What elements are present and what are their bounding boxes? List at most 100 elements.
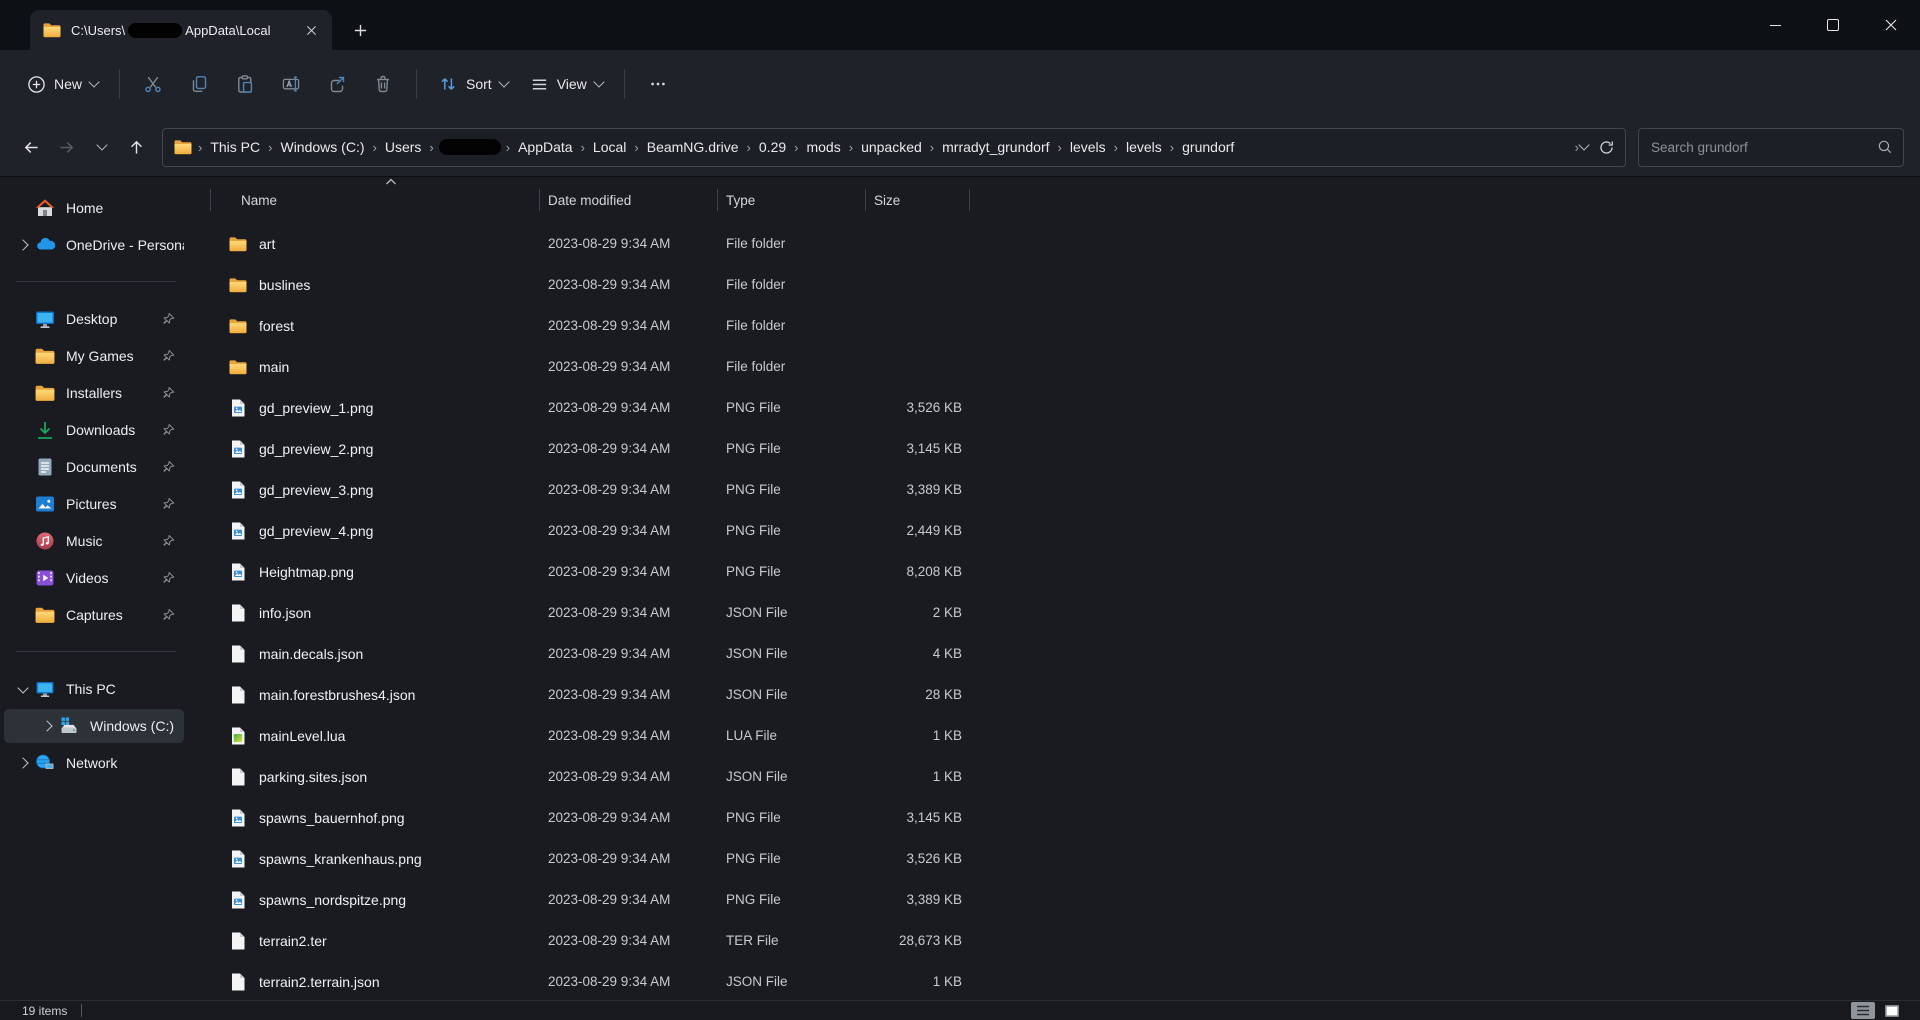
address-box[interactable]: › This PC › Windows (C:) › Users › › App… bbox=[162, 127, 1626, 167]
table-row[interactable]: parking.sites.json 2023-08-29 9:34 AM JS… bbox=[190, 756, 1920, 797]
expand-chevron[interactable] bbox=[12, 574, 34, 582]
sidebar-item[interactable]: My Games bbox=[4, 339, 184, 373]
table-row[interactable]: buslines 2023-08-29 9:34 AM File folder bbox=[190, 264, 1920, 305]
column-header-date[interactable]: Date modified bbox=[540, 189, 718, 211]
forward-button[interactable] bbox=[49, 130, 84, 165]
sidebar-item[interactable] bbox=[16, 281, 176, 282]
back-button[interactable] bbox=[14, 130, 49, 165]
table-row[interactable]: mainLevel.lua 2023-08-29 9:34 AM LUA Fil… bbox=[190, 715, 1920, 756]
table-row[interactable]: main 2023-08-29 9:34 AM File folder bbox=[190, 346, 1920, 387]
breadcrumb-segment[interactable]: This PC bbox=[203, 135, 267, 159]
table-row[interactable]: terrain2.terrain.json 2023-08-29 9:34 AM… bbox=[190, 961, 1920, 1001]
expand-chevron[interactable] bbox=[12, 426, 34, 434]
expand-chevron[interactable] bbox=[12, 611, 34, 619]
sidebar-item[interactable]: Desktop bbox=[4, 302, 184, 336]
breadcrumb-segment[interactable]: levels bbox=[1063, 135, 1113, 159]
breadcrumb-segment[interactable]: Users bbox=[378, 135, 429, 159]
table-row[interactable]: Heightmap.png 2023-08-29 9:34 AM PNG Fil… bbox=[190, 551, 1920, 592]
breadcrumb-segment[interactable]: 0.29 bbox=[752, 135, 793, 159]
copy-button[interactable] bbox=[176, 64, 222, 104]
thumbnails-view-button[interactable] bbox=[1880, 1002, 1904, 1019]
table-row[interactable]: gd_preview_4.png 2023-08-29 9:34 AM PNG … bbox=[190, 510, 1920, 551]
table-row[interactable]: forest 2023-08-29 9:34 AM File folder bbox=[190, 305, 1920, 346]
table-row[interactable]: art 2023-08-29 9:34 AM File folder bbox=[190, 223, 1920, 264]
table-row[interactable]: spawns_bauernhof.png 2023-08-29 9:34 AM … bbox=[190, 797, 1920, 838]
sidebar-item[interactable]: Videos bbox=[4, 561, 184, 595]
rename-button[interactable] bbox=[268, 64, 314, 104]
up-button[interactable] bbox=[119, 130, 154, 165]
breadcrumb-segment[interactable]: AppData bbox=[511, 135, 579, 159]
table-row[interactable]: gd_preview_3.png 2023-08-29 9:34 AM PNG … bbox=[190, 469, 1920, 510]
delete-button[interactable] bbox=[360, 64, 406, 104]
tab-close-icon[interactable] bbox=[298, 17, 324, 43]
more-options-button[interactable] bbox=[635, 64, 681, 104]
address-dropdown-icon[interactable] bbox=[1578, 139, 1590, 151]
file-size: 3,389 KB bbox=[906, 892, 962, 907]
expand-chevron[interactable] bbox=[12, 500, 34, 508]
recent-locations-button[interactable] bbox=[84, 130, 119, 165]
paste-button[interactable] bbox=[222, 64, 268, 104]
file-date: 2023-08-29 9:34 AM bbox=[548, 646, 671, 661]
new-button[interactable]: New bbox=[16, 64, 109, 104]
expand-chevron[interactable] bbox=[12, 537, 34, 545]
table-row[interactable]: gd_preview_1.png 2023-08-29 9:34 AM PNG … bbox=[190, 387, 1920, 428]
sidebar-item[interactable]: Downloads bbox=[4, 413, 184, 447]
file-type: PNG File bbox=[726, 441, 781, 456]
expand-chevron[interactable] bbox=[12, 463, 34, 471]
column-header-name[interactable]: Name bbox=[210, 189, 540, 211]
table-row[interactable]: terrain2.ter 2023-08-29 9:34 AM TER File… bbox=[190, 920, 1920, 961]
pin-icon bbox=[162, 608, 175, 622]
expand-chevron[interactable] bbox=[12, 757, 34, 769]
maximize-button[interactable] bbox=[1804, 0, 1862, 50]
table-row[interactable]: spawns_nordspitze.png 2023-08-29 9:34 AM… bbox=[190, 879, 1920, 920]
breadcrumb-segment[interactable]: mrradyt_grundorf bbox=[935, 135, 1056, 159]
breadcrumb-segment[interactable]: Local bbox=[586, 135, 633, 159]
share-button[interactable] bbox=[314, 64, 360, 104]
table-row[interactable]: main.forestbrushes4.json 2023-08-29 9:34… bbox=[190, 674, 1920, 715]
table-row[interactable]: gd_preview_2.png 2023-08-29 9:34 AM PNG … bbox=[190, 428, 1920, 469]
breadcrumb-segment[interactable]: unpacked bbox=[854, 135, 929, 159]
expand-chevron[interactable] bbox=[12, 681, 34, 694]
refresh-icon[interactable] bbox=[1598, 139, 1615, 156]
breadcrumb-segment[interactable]: Windows (C:) bbox=[273, 135, 371, 159]
table-row[interactable]: spawns_krankenhaus.png 2023-08-29 9:34 A… bbox=[190, 838, 1920, 879]
breadcrumb-segment[interactable]: mods bbox=[799, 135, 847, 159]
column-header-type[interactable]: Type bbox=[718, 189, 866, 211]
breadcrumb-segment[interactable] bbox=[438, 139, 501, 155]
breadcrumb-segment[interactable]: levels bbox=[1119, 135, 1169, 159]
details-view-button[interactable] bbox=[1851, 1002, 1875, 1019]
new-tab-button[interactable] bbox=[344, 14, 376, 46]
expand-chevron[interactable] bbox=[12, 352, 34, 360]
explorer-tab[interactable]: C:\Users\ AppData\Local bbox=[30, 10, 332, 50]
sidebar-item[interactable]: Pictures bbox=[4, 487, 184, 521]
sidebar-item[interactable]: Captures bbox=[4, 598, 184, 632]
view-button[interactable]: View bbox=[519, 64, 614, 104]
sidebar-item[interactable]: Windows (C:) bbox=[4, 709, 184, 743]
sidebar-item[interactable]: Network bbox=[4, 746, 184, 780]
sidebar-item[interactable]: Music bbox=[4, 524, 184, 558]
file-type-icon bbox=[228, 972, 248, 992]
sidebar-item[interactable]: Installers bbox=[4, 376, 184, 410]
cut-button[interactable] bbox=[130, 64, 176, 104]
breadcrumb-segment[interactable]: BeamNG.drive bbox=[640, 135, 746, 159]
minimize-button[interactable] bbox=[1746, 0, 1804, 50]
file-name-cell: buslines bbox=[210, 275, 540, 295]
expand-chevron[interactable] bbox=[12, 239, 34, 251]
table-row[interactable]: info.json 2023-08-29 9:34 AM JSON File 2… bbox=[190, 592, 1920, 633]
column-header-size[interactable]: Size bbox=[866, 189, 970, 211]
sidebar-item[interactable]: Home bbox=[4, 191, 184, 225]
expand-chevron[interactable] bbox=[36, 720, 58, 732]
sidebar-item[interactable] bbox=[16, 651, 176, 652]
sidebar-item[interactable]: OneDrive - Personal bbox=[4, 228, 184, 262]
search-input[interactable] bbox=[1649, 138, 1877, 156]
sidebar-item[interactable]: Documents bbox=[4, 450, 184, 484]
expand-chevron[interactable] bbox=[12, 204, 34, 212]
sidebar-item[interactable]: This PC bbox=[4, 672, 184, 706]
breadcrumb-segment[interactable]: grundorf bbox=[1175, 135, 1241, 159]
file-date: 2023-08-29 9:34 AM bbox=[548, 400, 671, 415]
table-row[interactable]: main.decals.json 2023-08-29 9:34 AM JSON… bbox=[190, 633, 1920, 674]
close-button[interactable] bbox=[1862, 0, 1920, 50]
expand-chevron[interactable] bbox=[12, 389, 34, 397]
expand-chevron[interactable] bbox=[12, 315, 34, 323]
sort-button[interactable]: Sort bbox=[427, 64, 519, 104]
